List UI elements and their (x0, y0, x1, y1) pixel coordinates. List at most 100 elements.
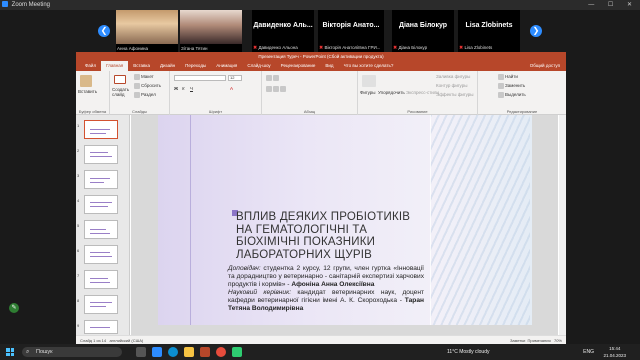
participant-big-label: Давиденко Аль... (253, 22, 313, 29)
clock-date: 21.04.2023 (603, 353, 626, 358)
slide-thumbnail[interactable] (84, 195, 118, 214)
thumb-number: 8 (77, 298, 80, 303)
participant-tile[interactable]: Анна Афонина (116, 10, 178, 52)
shape-fill-button[interactable]: Заливка фигуры (436, 74, 470, 79)
slide-edit-area: ВПЛИВ ДЕЯКИХ ПРОБІОТИКІВ НА ГЕМАТОЛОГІЧН… (131, 115, 558, 335)
slide-title[interactable]: ВПЛИВ ДЕЯКИХ ПРОБІОТИКІВ НА ГЕМАТОЛОГІЧН… (236, 211, 426, 261)
arrange-label[interactable]: Упорядочить (378, 90, 405, 95)
select-button[interactable]: Выделить (498, 92, 526, 98)
participant-tile[interactable]: Зітана Тятин (180, 10, 242, 52)
window-controls[interactable]: — ☐ ✕ (588, 0, 638, 10)
zoom-annotation-icon[interactable]: ✎ (9, 303, 19, 313)
participant-name: ✖ Діана Білокур (393, 45, 428, 51)
slide-thumbnail[interactable] (84, 320, 118, 334)
replace-button[interactable]: Заменить (498, 83, 525, 89)
layout-button[interactable]: Макет (134, 74, 154, 80)
slide-thumbnail[interactable] (84, 295, 118, 314)
participant-tile[interactable]: Lisa Zlobinets ✖ Lisa Zlobinets (458, 10, 520, 52)
participant-name: ✖ Lisa Zlobinets (459, 45, 493, 51)
quick-styles-label[interactable]: Экспресс-стили (406, 90, 439, 95)
align-buttons[interactable] (266, 86, 287, 92)
participant-big-label: Lisa Zlobinets (465, 22, 513, 29)
supervisor-label: Науковий керівник: (228, 289, 292, 296)
chrome-icon[interactable] (216, 347, 226, 357)
start-icon[interactable] (6, 348, 14, 356)
thumb-number: 6 (77, 248, 80, 253)
tab-view[interactable]: Вид (320, 61, 338, 71)
slide-thumbnail[interactable] (84, 245, 118, 264)
slide-thumbnail[interactable] (84, 220, 118, 239)
font-group: 12 Ж К Ч A Шрифт (170, 71, 262, 115)
slide-decoration (430, 115, 530, 325)
slide-thumbnail[interactable] (84, 120, 118, 139)
participant-tile[interactable]: Діана Білокур ✖ Діана Білокур (392, 10, 454, 52)
reset-button[interactable]: Сбросить (134, 83, 161, 89)
tab-transitions[interactable]: Переходы (180, 61, 211, 71)
vertical-scrollbar[interactable] (559, 115, 566, 335)
taskbar-search[interactable]: ⌕ Пошук (22, 347, 122, 357)
underline-button[interactable]: Ч (190, 86, 193, 91)
tab-insert[interactable]: Вставка (128, 61, 155, 71)
bold-button[interactable]: Ж (174, 86, 178, 91)
font-size-box[interactable]: 12 (228, 75, 242, 81)
clock-time: 15:44 (609, 346, 621, 351)
slide-thumbnail[interactable] (84, 270, 118, 289)
participant-big-label: Вікторія Анато... (322, 22, 380, 29)
ppt-status-bar: Слайд 1 из 14 английский (США) Заметки П… (76, 335, 566, 344)
edge-icon[interactable] (168, 347, 178, 357)
tab-home[interactable]: Главная (101, 61, 129, 71)
tab-design[interactable]: Дизайн (155, 61, 180, 71)
participant-tile[interactable]: Вікторія Анато... ✖ Вікторія Анатоліївна… (318, 10, 384, 52)
language-indicator[interactable]: английский (США) (109, 338, 143, 343)
app-icon[interactable] (232, 347, 242, 357)
shapes-button[interactable] (362, 75, 377, 87)
thumb-number: 9 (77, 323, 80, 328)
share-button[interactable]: Общий доступ (530, 61, 560, 71)
search-placeholder: Пошук (36, 349, 53, 355)
select-icon (498, 92, 504, 98)
current-slide[interactable]: ВПЛИВ ДЕЯКИХ ПРОБІОТИКІВ НА ГЕМАТОЛОГІЧН… (158, 115, 532, 325)
prev-page-arrow-icon[interactable]: ❮ (98, 25, 110, 37)
thumb-number: 1 (77, 123, 80, 128)
file-explorer-icon[interactable] (184, 347, 194, 357)
drawing-group: Фигуры Упорядочить Экспресс-стили Заливк… (358, 71, 478, 115)
tell-me-box[interactable]: Что вы хотите сделать? (339, 61, 399, 71)
tab-slideshow[interactable]: Слайд-шоу (242, 61, 275, 71)
italic-button[interactable]: К (182, 86, 185, 91)
powerpoint-window: Презентация Туреч - PowerPoint (Сбой акт… (76, 52, 566, 344)
slide-thumbnail[interactable] (84, 145, 118, 164)
slide-divider-line (190, 115, 191, 325)
tab-file[interactable]: Файл (80, 61, 101, 71)
slide-thumbnail-panel: 1 2 3 4 5 6 7 8 9 (76, 115, 130, 335)
notes-button[interactable]: Заметки (510, 338, 525, 343)
next-page-arrow-icon[interactable]: ❯ (530, 25, 542, 37)
shape-effects-button[interactable]: Эффекты фигуры (436, 92, 474, 97)
language-indicator[interactable]: ENG (583, 344, 594, 360)
task-view-icon[interactable] (136, 347, 146, 357)
participant-tile[interactable]: Давиденко Аль... ✖ Давиденко Альона (252, 10, 314, 52)
slide-body-text[interactable]: Доповідач: студентка 2 курсу, 12 групи, … (228, 265, 424, 313)
tab-animations[interactable]: Анимация (211, 61, 242, 71)
weather-widget[interactable]: 11°C Mostly cloudy (447, 344, 489, 360)
reset-icon (134, 83, 140, 89)
new-slide-button[interactable] (114, 75, 127, 84)
tab-review[interactable]: Рецензирование (276, 61, 321, 71)
find-button[interactable]: Найти (498, 74, 518, 80)
comments-button[interactable]: Примечания (528, 338, 551, 343)
participant-big-label: Діана Білокур (398, 22, 448, 29)
editing-group: Найти Заменить Выделить Редактирование (478, 71, 566, 115)
font-color-button[interactable]: A (230, 86, 233, 91)
ribbon: Вставить Буфер обмена Создать слайд Маке… (76, 71, 566, 115)
font-name-box[interactable] (174, 75, 226, 81)
zoom-app-icon[interactable] (152, 347, 162, 357)
powerpoint-app-icon[interactable] (200, 347, 210, 357)
paste-button[interactable] (80, 75, 93, 87)
zoom-level[interactable]: 70% (554, 338, 562, 343)
clipboard-group: Вставить Буфер обмена (76, 71, 110, 115)
taskbar-clock[interactable]: 15:44 21.04.2023 (603, 345, 626, 359)
shape-outline-button[interactable]: Контур фигуры (436, 83, 467, 88)
section-button[interactable]: Раздел (134, 92, 156, 98)
slide-thumbnail[interactable] (84, 170, 118, 189)
participant-video (180, 10, 242, 44)
bullets-button[interactable] (266, 75, 280, 81)
